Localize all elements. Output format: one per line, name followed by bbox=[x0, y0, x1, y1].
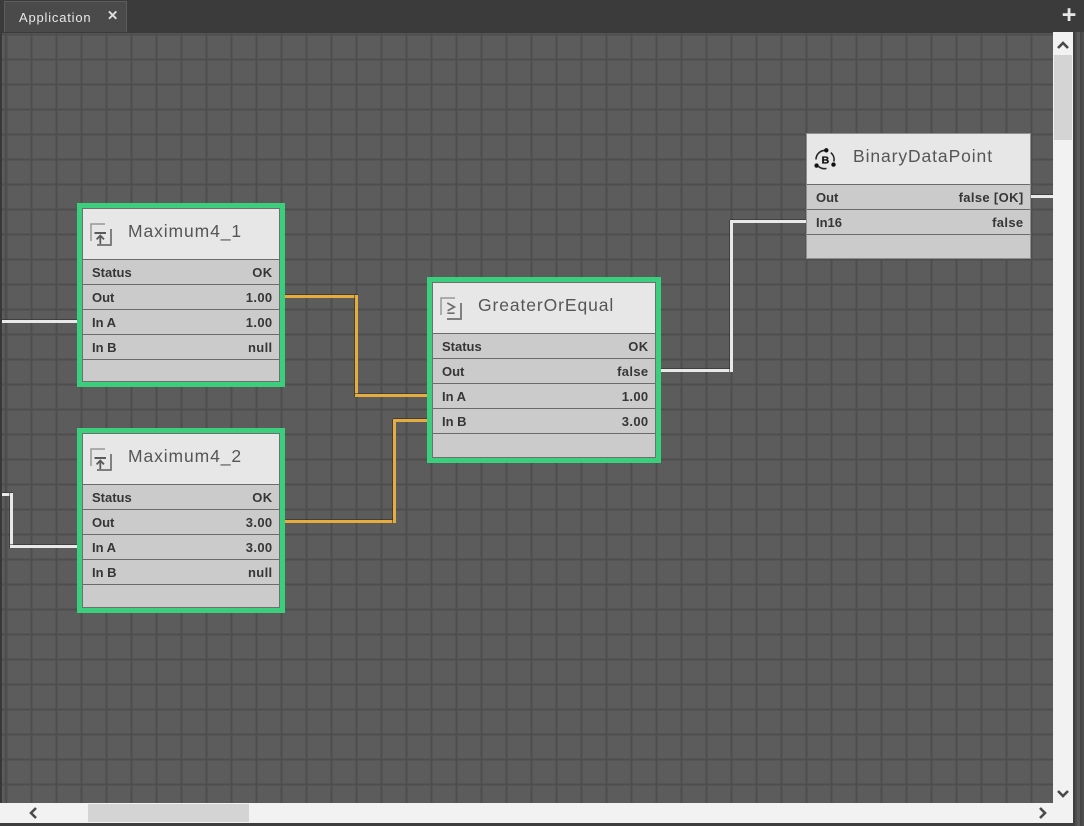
svg-text:B: B bbox=[822, 154, 830, 166]
